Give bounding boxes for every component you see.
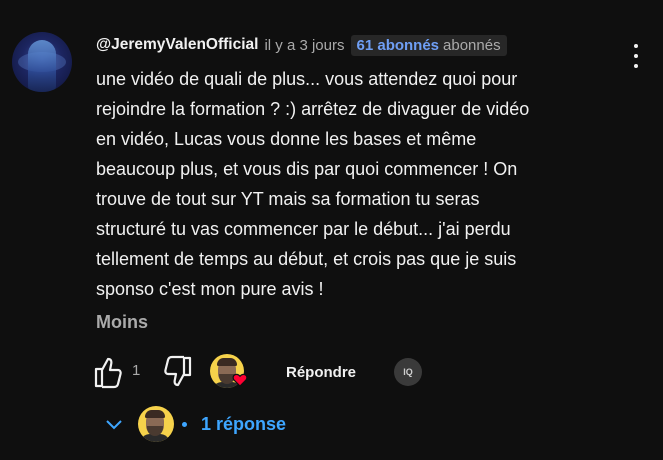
thumbs-up-icon bbox=[94, 357, 122, 389]
menu-dot bbox=[634, 54, 638, 58]
subscriber-label: abonnés bbox=[443, 36, 501, 54]
avatar-hair bbox=[145, 410, 165, 418]
iq-badge-button[interactable]: IQ bbox=[394, 358, 422, 386]
replies-count-label[interactable]: 1 réponse bbox=[201, 414, 286, 435]
subscriber-badge: 61 abonnés abonnés bbox=[350, 34, 507, 56]
comment-text: une vidéo de quali de plus... vous atten… bbox=[96, 69, 530, 299]
like-button[interactable] bbox=[92, 354, 124, 390]
menu-dot bbox=[634, 44, 638, 48]
avatar-figure bbox=[28, 40, 56, 92]
separator-dot bbox=[182, 421, 187, 427]
comment-timestamp[interactable]: il y a 3 jours bbox=[264, 37, 344, 54]
creator-heart-icon bbox=[232, 373, 248, 387]
show-less-button[interactable]: Moins bbox=[96, 312, 148, 333]
replies-toggle[interactable]: 1 réponse bbox=[96, 404, 356, 444]
creator-avatar bbox=[138, 406, 174, 442]
dislike-button[interactable] bbox=[162, 354, 194, 390]
comment-actions: 1 Répondre IQ bbox=[92, 354, 652, 390]
iq-badge-text: IQ bbox=[403, 367, 413, 377]
like-count: 1 bbox=[132, 362, 141, 379]
avatar-hair bbox=[217, 358, 237, 366]
author-handle[interactable]: @JeremyValenOfficial bbox=[96, 36, 258, 54]
thumbs-down-icon bbox=[164, 355, 192, 387]
menu-dot bbox=[634, 64, 638, 68]
subscriber-count: 61 abonnés bbox=[356, 36, 440, 54]
creator-heart[interactable] bbox=[210, 354, 250, 390]
reply-button[interactable]: Répondre bbox=[272, 354, 370, 390]
author-avatar[interactable] bbox=[12, 32, 72, 92]
more-vert-icon[interactable] bbox=[628, 44, 644, 74]
comment-header: @JeremyValenOfficial il y a 3 jours 61 a… bbox=[96, 34, 507, 56]
chevron-down-icon bbox=[106, 420, 122, 430]
